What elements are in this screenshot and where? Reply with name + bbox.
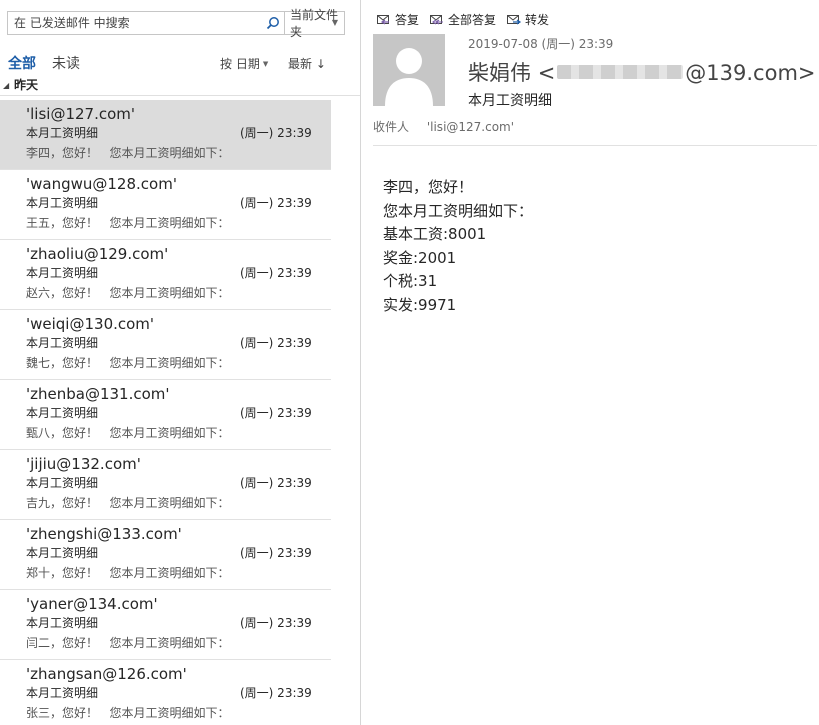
reply-button[interactable]: 答复 — [376, 10, 419, 28]
mail-list-item[interactable]: 'zhangsan@126.com' 本月工资明细 (周一) 23:39 张三，您好！… — [0, 660, 331, 725]
reply-all-label: 全部答复 — [448, 12, 497, 27]
group-label: 昨天 — [14, 78, 39, 92]
message-list-pane: 当前文件夹 ▼ 全部 未读 按 日期▼ 最新 ↓ ◢ 昨天 'lisi@127.… — [0, 0, 361, 725]
mail-preview: 甄八，您好！ 您本月工资明细如下： — [26, 426, 230, 440]
sender-line: 柴娟伟 < @139.com> — [468, 57, 816, 87]
mail-subject-preview: 本月工资明细 — [26, 336, 99, 350]
body-line: 您本月工资明细如下： — [383, 201, 534, 220]
mail-time: (周一) 23:39 — [240, 476, 312, 490]
tab-all[interactable]: 全部 — [8, 53, 36, 73]
mail-preview: 吉九，您好！ 您本月工资明细如下： — [26, 496, 230, 510]
mail-time: (周一) 23:39 — [240, 126, 312, 140]
tab-unread[interactable]: 未读 — [52, 53, 80, 73]
mail-time: (周一) 23:39 — [240, 616, 312, 630]
mail-sender: 'zhaoliu@129.com' — [26, 245, 169, 263]
chevron-down-icon: ▼ — [262, 60, 269, 68]
body-line: 基本工资:8001 — [383, 225, 487, 243]
mail-list: 'lisi@127.com' 本月工资明细 (周一) 23:39 李四，您好！ 您本月… — [0, 100, 331, 725]
to-value[interactable]: 'lisi@127.com' — [427, 120, 514, 134]
mail-time: (周一) 23:39 — [240, 686, 312, 700]
mail-subject-preview: 本月工资明细 — [26, 616, 99, 630]
mail-list-item[interactable]: 'zhaoliu@129.com' 本月工资明细 (周一) 23:39 赵六，您好！ … — [0, 240, 331, 310]
collapse-triangle-icon: ◢ — [3, 81, 10, 90]
search-bar: 当前文件夹 ▼ — [7, 8, 345, 39]
reply-icon — [377, 15, 389, 25]
mail-time: (周一) 23:39 — [240, 406, 312, 420]
header-divider — [373, 145, 817, 146]
reply-label: 答复 — [395, 12, 420, 27]
mail-preview: 张三，您好！ 您本月工资明细如下： — [26, 706, 230, 720]
mail-time: (周一) 23:39 — [240, 546, 312, 560]
mail-time: (周一) 23:39 — [240, 336, 312, 350]
reading-pane: 答复 全部答复 转发 2019-07-08 (周一) 23:39 柴娟伟 < @1… — [362, 0, 819, 725]
mail-subject-preview: 本月工资明细 — [26, 196, 99, 210]
mail-subject-preview: 本月工资明细 — [26, 126, 99, 140]
mail-subject-preview: 本月工资明细 — [26, 686, 99, 700]
sender-avatar — [373, 34, 445, 106]
redacted-block — [557, 65, 684, 79]
sender-email-suffix: @139.com> — [685, 61, 816, 85]
mail-preview: 李四，您好！ 您本月工资明细如下： — [26, 146, 230, 160]
mail-list-item[interactable]: 'zhengshi@133.com' 本月工资明细 (周一) 23:39 郑十，您好！… — [0, 520, 331, 590]
search-icon[interactable] — [262, 12, 284, 34]
mail-list-item[interactable]: 'lisi@127.com' 本月工资明细 (周一) 23:39 李四，您好！ 您本月… — [0, 100, 331, 170]
mail-sender: 'jijiu@132.com' — [26, 455, 141, 473]
mail-sender: 'zhangsan@126.com' — [26, 665, 187, 683]
mail-time: (周一) 23:39 — [240, 266, 312, 280]
mail-body: 李四，您好！ 您本月工资明细如下： 基本工资:8001 奖金:2001 个税:31 实发:… — [383, 176, 533, 317]
reply-all-button[interactable]: 全部答复 — [429, 10, 496, 28]
mail-sender: 'yaner@134.com' — [26, 595, 158, 613]
mail-sender: 'zhengshi@133.com' — [26, 525, 182, 543]
forward-label: 转发 — [525, 12, 550, 27]
mail-list-item[interactable]: 'weiqi@130.com' 本月工资明细 (周一) 23:39 魏七，您好！ 您本… — [0, 310, 331, 380]
search-scope-dropdown[interactable]: 当前文件夹 ▼ — [284, 8, 344, 39]
mail-subject-preview: 本月工资明细 — [26, 406, 99, 420]
forward-button[interactable]: 转发 — [506, 10, 549, 28]
group-header-yesterday[interactable]: ◢ 昨天 — [0, 76, 360, 96]
mail-subject-preview: 本月工资明细 — [26, 476, 99, 490]
mail-list-item[interactable]: 'zhenba@131.com' 本月工资明细 (周一) 23:39 甄八，您好！ 您… — [0, 380, 331, 450]
mail-preview: 郑十，您好！ 您本月工资明细如下： — [26, 566, 230, 580]
chevron-down-icon: ▼ — [331, 18, 338, 27]
mail-list-item[interactable]: 'yaner@134.com' 本月工资明细 (周一) 23:39 闫二，您好！ 您本… — [0, 590, 331, 660]
to-label: 收件人 — [373, 120, 410, 134]
body-line: 实发:9971 — [383, 295, 457, 314]
mail-preview: 王五，您好！ 您本月工资明细如下： — [26, 216, 230, 230]
person-icon — [385, 48, 433, 106]
recipient-line: 收件人 'lisi@127.com' — [373, 118, 514, 135]
reading-actions: 答复 全部答复 转发 — [376, 10, 549, 28]
mail-preview: 赵六，您好！ 您本月工资明细如下： — [26, 286, 230, 300]
mail-date: 2019-07-08 (周一) 23:39 — [468, 37, 614, 51]
sort-by-label: 按 日期 — [220, 57, 260, 71]
mail-list-item[interactable]: 'wangwu@128.com' 本月工资明细 (周一) 23:39 王五，您好！ 您… — [0, 170, 331, 240]
mail-sender: 'lisi@127.com' — [26, 105, 135, 123]
mail-subject-preview: 本月工资明细 — [26, 266, 99, 280]
mail-sender: 'zhenba@131.com' — [26, 385, 170, 403]
mail-sender: 'weiqi@130.com' — [26, 315, 155, 333]
body-line: 奖金:2001 — [383, 248, 457, 267]
search-input[interactable] — [8, 12, 262, 34]
mail-time: (周一) 23:39 — [240, 196, 312, 210]
filter-bar: 全部 未读 按 日期 ▼ 最新 ↓ — [0, 50, 360, 74]
sender-email-prefix: < — [537, 61, 556, 85]
mail-preview: 闫二，您好！ 您本月工资明细如下： — [26, 636, 230, 650]
mail-subject: 本月工资明细 — [468, 93, 552, 109]
mail-subject-preview: 本月工资明细 — [26, 546, 99, 560]
mail-sender: 'wangwu@128.com' — [26, 175, 177, 193]
sort-by-dropdown[interactable]: 按 日期 ▼ — [220, 55, 268, 72]
mail-preview: 魏七，您好！ 您本月工资明细如下： — [26, 356, 230, 370]
mail-list-item[interactable]: 'jijiu@132.com' 本月工资明细 (周一) 23:39 吉九，您好！ 您本… — [0, 450, 331, 520]
sender-name[interactable]: 柴娟伟 — [468, 61, 531, 85]
sender-email: < @139.com> — [538, 61, 816, 85]
body-line: 个税:31 — [383, 272, 438, 290]
body-line: 李四，您好！ — [383, 178, 474, 196]
forward-icon — [507, 15, 522, 25]
reply-all-icon — [430, 15, 444, 25]
sort-order-toggle[interactable]: 最新 ↓ — [288, 55, 326, 72]
